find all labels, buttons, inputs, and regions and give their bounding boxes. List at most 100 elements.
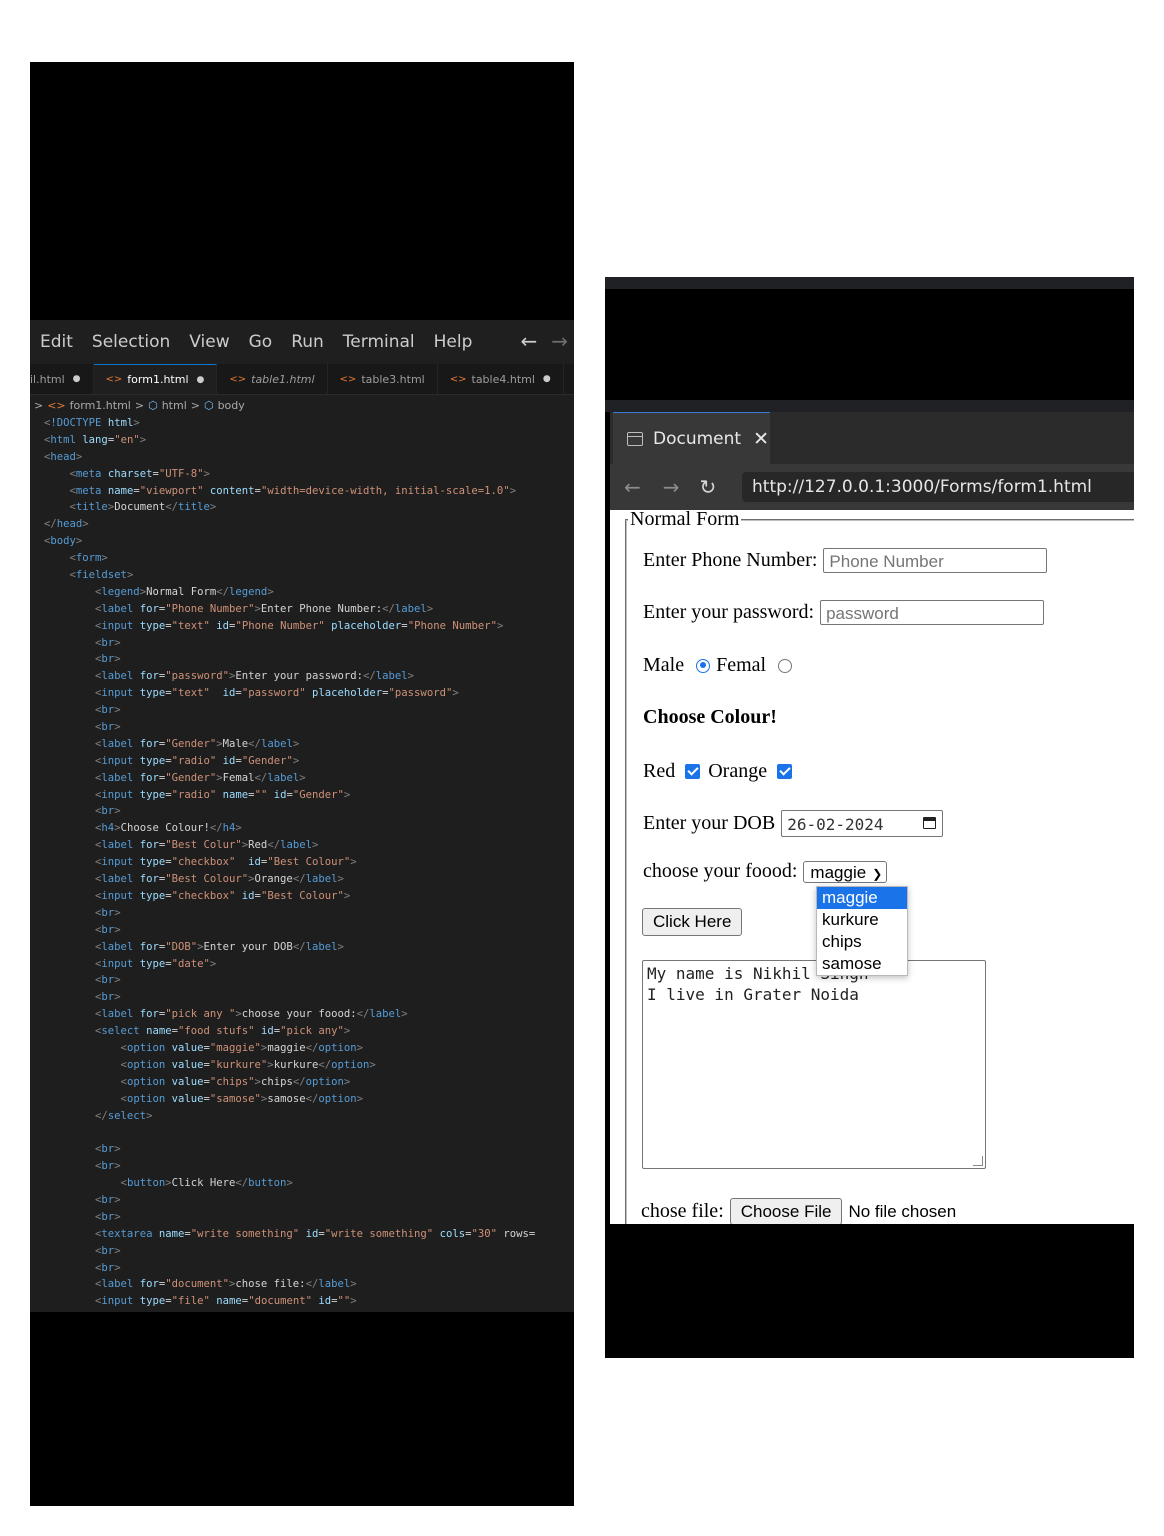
file-label: chose file: (641, 1200, 724, 1222)
html-file-icon: <> (449, 373, 467, 385)
breadcrumb-file[interactable]: form1.html (70, 399, 131, 412)
forward-arrow-icon[interactable]: → (551, 329, 568, 353)
menu-help[interactable]: Help (434, 332, 473, 352)
document-icon (627, 432, 643, 446)
food-option[interactable]: chips (817, 931, 907, 953)
menu-view[interactable]: View (189, 332, 229, 352)
history-nav: ← → (506, 329, 568, 353)
code-line: <body> (44, 535, 83, 548)
choose-file-button[interactable]: Choose File (729, 1198, 843, 1224)
food-option[interactable]: maggie (817, 887, 907, 909)
click-here-button[interactable]: Click Here (642, 908, 743, 936)
code-line: <h4>Choose Colour!</h4> (95, 822, 242, 835)
male-radio[interactable] (696, 658, 711, 673)
code-line: <button>Click Here</button> (120, 1177, 293, 1190)
code-line: <select name="food stufs" id="pick any"> (95, 1025, 351, 1038)
code-line: <input type="date"> (95, 957, 217, 970)
code-line: <br> (95, 1244, 121, 1257)
address-bar: ← → ↻ http://127.0.0.1:3000/Forms/form1.… (610, 464, 1134, 510)
dob-value: 26-02-2024 (787, 815, 884, 834)
menu-selection[interactable]: Selection (92, 332, 170, 352)
tab-html-file[interactable]: il.html ● (30, 364, 94, 394)
form-legend: Normal Form (630, 510, 740, 530)
menu-bar: Edit Selection View Go Run Terminal Help… (30, 320, 574, 364)
code-line: <br> (95, 704, 121, 717)
code-line: <input type="text" id="Phone Number" pla… (95, 619, 504, 632)
calendar-icon[interactable] (923, 817, 937, 829)
code-line: <option value="chips">chips</option> (120, 1075, 351, 1088)
editor-screenshot: Edit Selection View Go Run Terminal Help… (30, 62, 574, 1506)
phone-row: Enter Phone Number: Phone Number (643, 548, 1048, 573)
dob-date-input[interactable]: 26-02-2024 (781, 810, 944, 837)
browser-screenshot: Document ✕ ← → ↻ http://127.0.0.1:3000/F… (605, 277, 1134, 1358)
write-something-textarea[interactable]: My name is Nikhil Singh I live in Grater… (642, 960, 986, 1169)
female-label: Femal (716, 654, 767, 676)
code-line: <label for="Phone Number">Enter Phone Nu… (95, 602, 434, 615)
orange-checkbox[interactable] (777, 764, 793, 779)
orange-label: Orange (708, 760, 768, 782)
code-line: <br> (95, 1210, 121, 1223)
food-option[interactable]: kurkure (817, 909, 907, 931)
menu-terminal[interactable]: Terminal (343, 332, 415, 352)
forward-arrow-icon[interactable]: → (663, 475, 680, 499)
code-editor[interactable]: <!DOCTYPE html> <html lang="en"> <head> <m… (30, 415, 574, 1310)
colour-row: Red Orange (643, 760, 800, 783)
breadcrumb-html[interactable]: html (162, 399, 187, 412)
female-radio[interactable] (778, 658, 793, 673)
password-input[interactable]: password (820, 600, 1045, 625)
url-field[interactable]: http://127.0.0.1:3000/Forms/form1.html (742, 472, 1134, 502)
file-row: chose file: Choose File No file chosen (641, 1198, 956, 1224)
code-line: <br> (95, 906, 121, 919)
red-checkbox[interactable] (685, 764, 701, 779)
gender-row: Male Femal (643, 654, 798, 677)
code-line: <fieldset> (69, 569, 134, 582)
dob-label: Enter your DOB (643, 812, 776, 834)
code-line: <br> (95, 636, 121, 649)
tab-form1[interactable]: <> form1.html ● (93, 364, 218, 394)
browser-tab[interactable]: Document ✕ (613, 412, 770, 465)
code-line: <html lang="en"> (44, 433, 147, 446)
back-arrow-icon[interactable]: ← (624, 475, 641, 499)
code-line: <legend>Normal Form</legend> (95, 585, 274, 598)
code-line: <label for="Best Colur">Red</label> (95, 839, 319, 852)
food-select[interactable]: maggie ❯ (803, 860, 888, 883)
password-row: Enter your password: password (643, 600, 1045, 625)
chevron-down-icon: ❯ (872, 866, 883, 881)
code-line: <head> (44, 450, 83, 463)
tab-table1[interactable]: <> table1.html (217, 364, 328, 394)
code-line: <br> (95, 1261, 121, 1274)
code-line: <meta name="viewport" content="width=dev… (69, 484, 517, 497)
breadcrumb-body[interactable]: body (218, 399, 245, 412)
code-line: <meta charset="UTF-8"> (69, 467, 210, 480)
close-icon[interactable]: ✕ (753, 428, 769, 450)
menu-edit[interactable]: Edit (40, 332, 73, 352)
tab-table3[interactable]: <> table3.html (328, 364, 438, 394)
dob-row: Enter your DOB 26-02-2024 (643, 810, 944, 837)
html-file-icon: <> (229, 373, 247, 385)
window-titlebar (605, 400, 1134, 412)
colour-heading: Choose Colour! (643, 706, 777, 728)
code-line: <br> (95, 1143, 121, 1156)
code-line: <option value="kurkure">kurkure</option> (120, 1058, 376, 1071)
tab-table4[interactable]: <> table4.html ● (438, 364, 564, 394)
tab-overflow[interactable]: <>ta (564, 364, 574, 394)
code-line: <option value="samose">samose</option> (120, 1092, 364, 1105)
code-line: <textarea name="write something" id="wri… (95, 1227, 536, 1240)
reload-icon[interactable]: ↻ (700, 475, 717, 499)
resize-grip-icon[interactable] (973, 1156, 983, 1166)
chevron-right-icon: > (190, 398, 200, 412)
menu-go[interactable]: Go (249, 332, 273, 352)
vscode-window: Edit Selection View Go Run Terminal Help… (30, 320, 574, 1312)
menu-run[interactable]: Run (291, 332, 324, 352)
code-line: <br> (95, 805, 121, 818)
code-line: <input type="checkbox" id="Best Colour"> (95, 856, 357, 869)
food-selected: maggie (810, 862, 867, 882)
html-file-icon: <> (105, 374, 123, 385)
phone-input[interactable]: Phone Number (823, 548, 1048, 573)
food-option[interactable]: samose (817, 953, 907, 975)
window-strip (605, 277, 1134, 289)
chevron-right-icon: > (34, 398, 44, 412)
back-arrow-icon[interactable]: ← (520, 329, 537, 353)
code-line: <label for="Best Colour">Orange</label> (95, 873, 344, 886)
